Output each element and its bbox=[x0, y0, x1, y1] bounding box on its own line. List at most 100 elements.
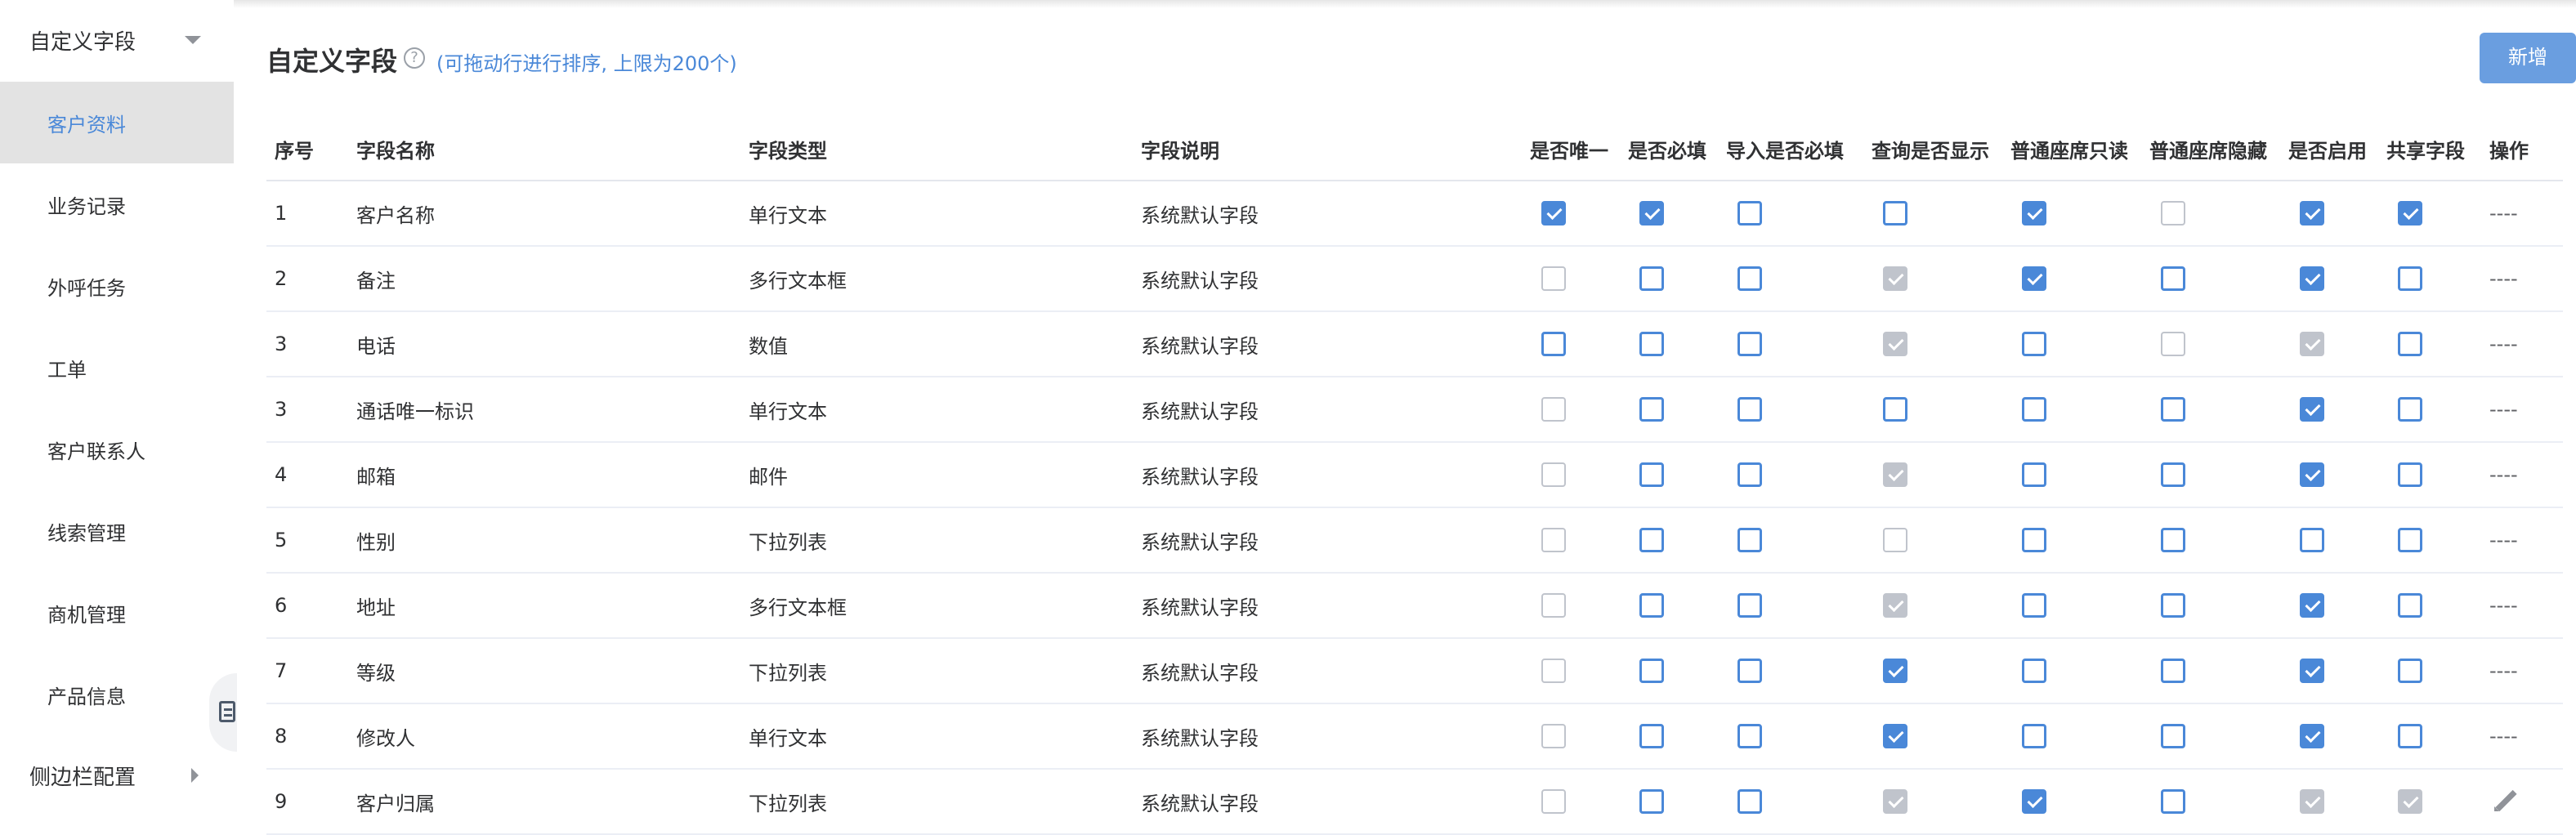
checkbox-required[interactable] bbox=[1639, 201, 1664, 225]
cell-type: 邮件 bbox=[749, 465, 788, 489]
sidebar-item[interactable]: 工单 bbox=[0, 327, 234, 409]
sidebar-group-sidebar-config[interactable]: 侧边栏配置 bbox=[0, 739, 234, 812]
sidebar-item[interactable]: 外呼任务 bbox=[0, 245, 234, 327]
checkbox-agent-hidden[interactable] bbox=[2161, 528, 2185, 552]
cell-desc: 系统默认字段 bbox=[1141, 530, 1259, 554]
table-row[interactable]: 2 备注 多行文本框 系统默认字段 ---- bbox=[266, 247, 2563, 312]
checkbox-agent-hidden[interactable] bbox=[2161, 724, 2185, 748]
checkbox-required[interactable] bbox=[1639, 462, 1664, 487]
checkbox-required[interactable] bbox=[1639, 332, 1664, 356]
sidebar-item-label: 工单 bbox=[47, 358, 87, 382]
checkbox-import-required[interactable] bbox=[1737, 789, 1762, 814]
checkbox-shared[interactable] bbox=[2398, 659, 2422, 683]
table-row[interactable]: 3 电话 数值 系统默认字段 ---- bbox=[266, 312, 2563, 377]
checkbox-required[interactable] bbox=[1639, 593, 1664, 618]
checkbox-agent-readonly[interactable] bbox=[2022, 397, 2046, 422]
checkbox-import-required[interactable] bbox=[1737, 593, 1762, 618]
checkbox-required[interactable] bbox=[1639, 397, 1664, 422]
checkbox-query-show[interactable] bbox=[1883, 659, 1907, 683]
checkbox-shared[interactable] bbox=[2398, 528, 2422, 552]
checkbox-required[interactable] bbox=[1639, 659, 1664, 683]
sidebar-item[interactable]: 商机管理 bbox=[0, 572, 234, 654]
checkbox-enabled[interactable] bbox=[2300, 593, 2324, 618]
table-row[interactable]: 6 地址 多行文本框 系统默认字段 ---- bbox=[266, 574, 2563, 639]
checkbox-agent-readonly[interactable] bbox=[2022, 528, 2046, 552]
checkbox-agent-readonly[interactable] bbox=[2022, 462, 2046, 487]
sidebar-item[interactable]: 客户联系人 bbox=[0, 409, 234, 490]
table-row[interactable]: 1 客户名称 单行文本 系统默认字段 ---- bbox=[266, 181, 2563, 247]
checkbox-unique[interactable] bbox=[1541, 332, 1566, 356]
cell-action: ---- bbox=[2489, 594, 2518, 617]
help-icon[interactable]: ? bbox=[404, 47, 425, 69]
checkbox-unique[interactable] bbox=[1541, 201, 1566, 225]
checkbox-shared[interactable] bbox=[2398, 462, 2422, 487]
edit-icon[interactable] bbox=[2494, 790, 2517, 813]
checkbox-import-required[interactable] bbox=[1737, 266, 1762, 291]
add-button[interactable]: 新增 bbox=[2480, 33, 2576, 83]
checkbox-enabled[interactable] bbox=[2300, 266, 2324, 291]
checkbox-query-show bbox=[1883, 593, 1907, 618]
header-col-desc: 字段说明 bbox=[1141, 139, 1219, 163]
cell-type: 数值 bbox=[749, 334, 788, 358]
checkbox-agent-hidden[interactable] bbox=[2161, 659, 2185, 683]
checkbox-query-show[interactable] bbox=[1883, 201, 1907, 225]
table-row[interactable]: 7 等级 下拉列表 系统默认字段 ---- bbox=[266, 639, 2563, 704]
sidebar-group-label: 自定义字段 bbox=[29, 29, 136, 55]
table-row[interactable]: 9 客户归属 下拉列表 系统默认字段 bbox=[266, 770, 2563, 835]
checkbox-shared[interactable] bbox=[2398, 332, 2422, 356]
checkbox-shared[interactable] bbox=[2398, 593, 2422, 618]
table-row[interactable]: 5 性别 下拉列表 系统默认字段 ---- bbox=[266, 508, 2563, 574]
checkbox-agent-hidden[interactable] bbox=[2161, 462, 2185, 487]
checkbox-import-required[interactable] bbox=[1737, 659, 1762, 683]
checkbox-enabled[interactable] bbox=[2300, 201, 2324, 225]
table-row[interactable]: 8 修改人 单行文本 系统默认字段 ---- bbox=[266, 704, 2563, 770]
checkbox-required[interactable] bbox=[1639, 528, 1664, 552]
sidebar-item[interactable]: 线索管理 bbox=[0, 490, 234, 572]
checkbox-import-required[interactable] bbox=[1737, 332, 1762, 356]
checkbox-required[interactable] bbox=[1639, 789, 1664, 814]
checkbox-agent-readonly[interactable] bbox=[2022, 593, 2046, 618]
checkbox-import-required[interactable] bbox=[1737, 462, 1762, 487]
cell-type: 下拉列表 bbox=[749, 661, 827, 685]
checkbox-agent-readonly[interactable] bbox=[2022, 724, 2046, 748]
checkbox-import-required[interactable] bbox=[1737, 724, 1762, 748]
checkbox-shared[interactable] bbox=[2398, 397, 2422, 422]
checkbox-agent-readonly[interactable] bbox=[2022, 789, 2046, 814]
collapse-icon bbox=[219, 701, 235, 722]
table-row[interactable]: 3 通话唯一标识 单行文本 系统默认字段 ---- bbox=[266, 377, 2563, 443]
checkbox-agent-hidden[interactable] bbox=[2161, 397, 2185, 422]
checkbox-required[interactable] bbox=[1639, 724, 1664, 748]
checkbox-enabled[interactable] bbox=[2300, 528, 2324, 552]
sidebar-item[interactable]: 客户资料 bbox=[0, 82, 234, 163]
checkbox-agent-readonly[interactable] bbox=[2022, 659, 2046, 683]
cell-type: 单行文本 bbox=[749, 203, 827, 227]
checkbox-shared[interactable] bbox=[2398, 724, 2422, 748]
cell-no: 2 bbox=[275, 267, 288, 290]
checkbox-query-show[interactable] bbox=[1883, 397, 1907, 422]
checkbox-import-required[interactable] bbox=[1737, 528, 1762, 552]
checkbox-query-show[interactable] bbox=[1883, 724, 1907, 748]
checkbox-agent-hidden[interactable] bbox=[2161, 266, 2185, 291]
checkbox-enabled[interactable] bbox=[2300, 724, 2324, 748]
checkbox-unique bbox=[1541, 659, 1566, 683]
checkbox-import-required[interactable] bbox=[1737, 397, 1762, 422]
cell-action: ---- bbox=[2489, 659, 2518, 682]
checkbox-agent-readonly[interactable] bbox=[2022, 201, 2046, 225]
cell-action: ---- bbox=[2489, 202, 2518, 225]
checkbox-agent-readonly[interactable] bbox=[2022, 332, 2046, 356]
checkbox-agent-hidden[interactable] bbox=[2161, 789, 2185, 814]
sidebar-item-label: 外呼任务 bbox=[47, 276, 126, 300]
sidebar-item[interactable]: 产品信息 bbox=[0, 654, 234, 735]
sidebar-item[interactable]: 业务记录 bbox=[0, 163, 234, 245]
checkbox-shared[interactable] bbox=[2398, 266, 2422, 291]
checkbox-enabled[interactable] bbox=[2300, 659, 2324, 683]
checkbox-enabled[interactable] bbox=[2300, 397, 2324, 422]
checkbox-shared[interactable] bbox=[2398, 201, 2422, 225]
checkbox-required[interactable] bbox=[1639, 266, 1664, 291]
checkbox-import-required[interactable] bbox=[1737, 201, 1762, 225]
table-row[interactable]: 4 邮箱 邮件 系统默认字段 ---- bbox=[266, 443, 2563, 508]
sidebar-group-custom-fields[interactable]: 自定义字段 bbox=[0, 3, 234, 77]
checkbox-agent-readonly[interactable] bbox=[2022, 266, 2046, 291]
checkbox-agent-hidden[interactable] bbox=[2161, 593, 2185, 618]
checkbox-enabled[interactable] bbox=[2300, 462, 2324, 487]
